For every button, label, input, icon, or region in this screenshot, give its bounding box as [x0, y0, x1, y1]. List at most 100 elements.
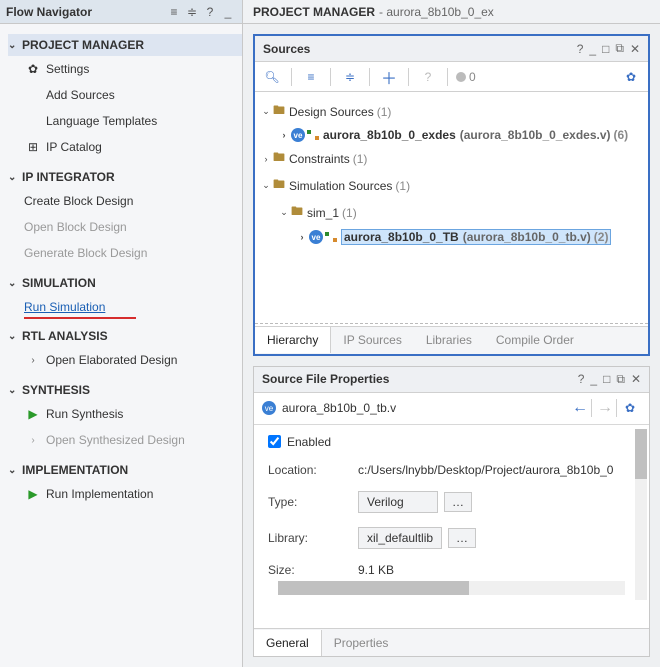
horizontal-scrollbar[interactable] — [278, 581, 625, 595]
gear-icon: ✿ — [24, 62, 42, 76]
help-icon[interactable]: ? — [577, 42, 584, 56]
chevron-down-icon: ⌄ — [8, 40, 22, 51]
add-icon[interactable]: ＋ — [378, 66, 400, 88]
section-header-ip-integrator[interactable]: ⌄ IP INTEGRATOR — [8, 166, 242, 188]
nav-section-simulation: ⌄ SIMULATION — [8, 272, 242, 294]
nav-item-add-sources[interactable]: Add Sources — [0, 82, 242, 108]
verilog-icon: ve — [262, 401, 276, 415]
props-header: Source File Properties ? _ □ ⧉ ✕ — [254, 367, 649, 393]
close-icon[interactable]: ✕ — [630, 42, 640, 56]
section-header-project-manager[interactable]: ⌄ PROJECT MANAGER — [8, 34, 242, 56]
tree-constraints[interactable]: ›🖿Constraints(1) — [259, 145, 644, 172]
nav-item-create-block-design[interactable]: Create Block Design — [0, 188, 242, 214]
minimize-icon[interactable]: _ — [590, 372, 597, 386]
play-icon: ▶ — [24, 407, 42, 421]
nav-header-icons: ≡ ≑ ? _ — [166, 5, 236, 19]
nav-item-generate-block-design: Generate Block Design — [0, 240, 242, 266]
popout-icon[interactable]: ⧉ — [616, 372, 625, 387]
tree-simulation-sources[interactable]: ⌄🖿Simulation Sources(1) — [259, 172, 644, 199]
tree-sim1[interactable]: ⌄🖿sim_1(1) — [259, 199, 644, 226]
verilog-icon: ve — [291, 128, 305, 142]
nav-header: Flow Navigator ≡ ≑ ? _ — [0, 0, 242, 24]
chevron-right-icon: › — [24, 355, 42, 366]
help-icon[interactable]: ? — [202, 5, 218, 19]
hierarchy-icon — [325, 232, 337, 242]
minimize-icon[interactable]: _ — [220, 5, 236, 19]
main-subtitle: - aurora_8b10b_0_ex — [379, 5, 494, 19]
tree-design-sources[interactable]: ⌄🖿Design Sources(1) — [259, 98, 644, 125]
sources-tree: ⌄🖿Design Sources(1) ›veaurora_8b10b_0_ex… — [255, 92, 648, 321]
nav-section-implementation: ⌄ IMPLEMENTATION — [8, 459, 242, 481]
popout-icon[interactable]: ⧉ — [615, 41, 624, 56]
restore-icon[interactable]: □ — [602, 42, 609, 56]
section-header-rtl-analysis[interactable]: ⌄ RTL ANALYSIS — [8, 325, 242, 347]
props-title: Source File Properties — [262, 372, 578, 386]
chevron-down-icon: ⌄ — [8, 331, 22, 342]
section-header-simulation[interactable]: ⌄ SIMULATION — [8, 272, 242, 294]
verilog-icon: ve — [309, 230, 323, 244]
tree-exdes[interactable]: ›veaurora_8b10b_0_exdes(aurora_8b10b_0_e… — [259, 125, 644, 145]
chevron-down-icon: ⌄ — [8, 465, 22, 476]
sources-title: Sources — [263, 42, 577, 56]
tab-libraries[interactable]: Libraries — [414, 327, 484, 353]
prop-enabled: Enabled — [268, 435, 635, 449]
ip-icon: ⊞ — [24, 140, 42, 154]
nav-section-rtl-analysis: ⌄ RTL ANALYSIS — [8, 325, 242, 347]
main-title: PROJECT MANAGER — [253, 5, 375, 19]
enabled-checkbox[interactable] — [268, 435, 281, 448]
tab-hierarchy[interactable]: Hierarchy — [255, 327, 331, 353]
chevron-right-icon: › — [277, 130, 291, 140]
expand-icon[interactable]: ≑ — [184, 5, 200, 19]
tab-general[interactable]: General — [254, 630, 322, 656]
nav-item-open-synthesized-design: ›Open Synthesized Design — [0, 427, 242, 453]
back-icon[interactable]: ← — [569, 397, 591, 419]
chevron-down-icon: ⌄ — [259, 180, 273, 191]
close-icon[interactable]: ✕ — [631, 372, 641, 386]
expand-all-icon[interactable]: ≑ — [339, 66, 361, 88]
sources-header: Sources ? _ □ ⧉ ✕ — [255, 36, 648, 62]
section-header-synthesis[interactable]: ⌄ SYNTHESIS — [8, 379, 242, 401]
nav-item-run-implementation[interactable]: ▶Run Implementation — [0, 481, 242, 507]
chevron-down-icon: ⌄ — [8, 385, 22, 396]
nav-title: Flow Navigator — [6, 5, 166, 19]
gear-icon[interactable]: ✿ — [619, 397, 641, 419]
main-header: PROJECT MANAGER - aurora_8b10b_0_ex — [243, 0, 660, 24]
tab-properties[interactable]: Properties — [322, 630, 401, 656]
chevron-down-icon: ⌄ — [277, 207, 291, 218]
chevron-down-icon: ⌄ — [8, 172, 22, 183]
nav-item-ip-catalog[interactable]: ⊞IP Catalog — [0, 134, 242, 160]
nav-item-settings[interactable]: ✿Settings — [0, 56, 242, 82]
library-browse-button[interactable]: … — [448, 528, 476, 548]
type-select[interactable]: Verilog — [358, 491, 438, 513]
tree-tb[interactable]: ›veaurora_8b10b_0_TB(aurora_8b10b_0_tb.v… — [259, 226, 644, 248]
sources-toolbar: 🔍︎ ≡ ≑ ＋ ? 0 ✿ — [255, 62, 648, 92]
prop-location: Location: c:/Users/lnybb/Desktop/Project… — [268, 463, 635, 477]
chevron-down-icon: ⌄ — [8, 278, 22, 289]
play-icon: ▶ — [24, 487, 42, 501]
nav-item-run-synthesis[interactable]: ▶Run Synthesis — [0, 401, 242, 427]
flow-navigator-panel: Flow Navigator ≡ ≑ ? _ ⌄ PROJECT MANAGER… — [0, 0, 243, 667]
collapse-icon[interactable]: ≡ — [166, 5, 182, 19]
sources-panel: Sources ? _ □ ⧉ ✕ 🔍︎ ≡ ≑ ＋ ? — [253, 34, 650, 356]
divider — [255, 323, 648, 324]
prop-type: Type: Verilog… — [268, 491, 635, 513]
type-browse-button[interactable]: … — [444, 492, 472, 512]
section-header-implementation[interactable]: ⌄ IMPLEMENTATION — [8, 459, 242, 481]
vertical-scrollbar[interactable] — [635, 429, 647, 600]
gear-icon[interactable]: ✿ — [620, 66, 642, 88]
forward-icon[interactable]: → — [594, 397, 616, 419]
minimize-icon[interactable]: _ — [589, 42, 596, 56]
library-select[interactable]: xil_defaultlib — [358, 527, 442, 549]
properties-panel: Source File Properties ? _ □ ⧉ ✕ ve auro… — [253, 366, 650, 657]
nav-item-language-templates[interactable]: Language Templates — [0, 108, 242, 134]
nav-item-open-elaborated-design[interactable]: ›Open Elaborated Design — [0, 347, 242, 373]
folder-icon: 🖿 — [291, 202, 303, 223]
tab-ip-sources[interactable]: IP Sources — [331, 327, 413, 353]
restore-icon[interactable]: □ — [603, 372, 610, 386]
search-icon[interactable]: 🔍︎ — [261, 66, 283, 88]
help-icon[interactable]: ? — [578, 372, 585, 386]
props-tabbar: General Properties — [254, 628, 649, 656]
help2-icon[interactable]: ? — [417, 66, 439, 88]
tab-compile-order[interactable]: Compile Order — [484, 327, 586, 353]
collapse-all-icon[interactable]: ≡ — [300, 66, 322, 88]
